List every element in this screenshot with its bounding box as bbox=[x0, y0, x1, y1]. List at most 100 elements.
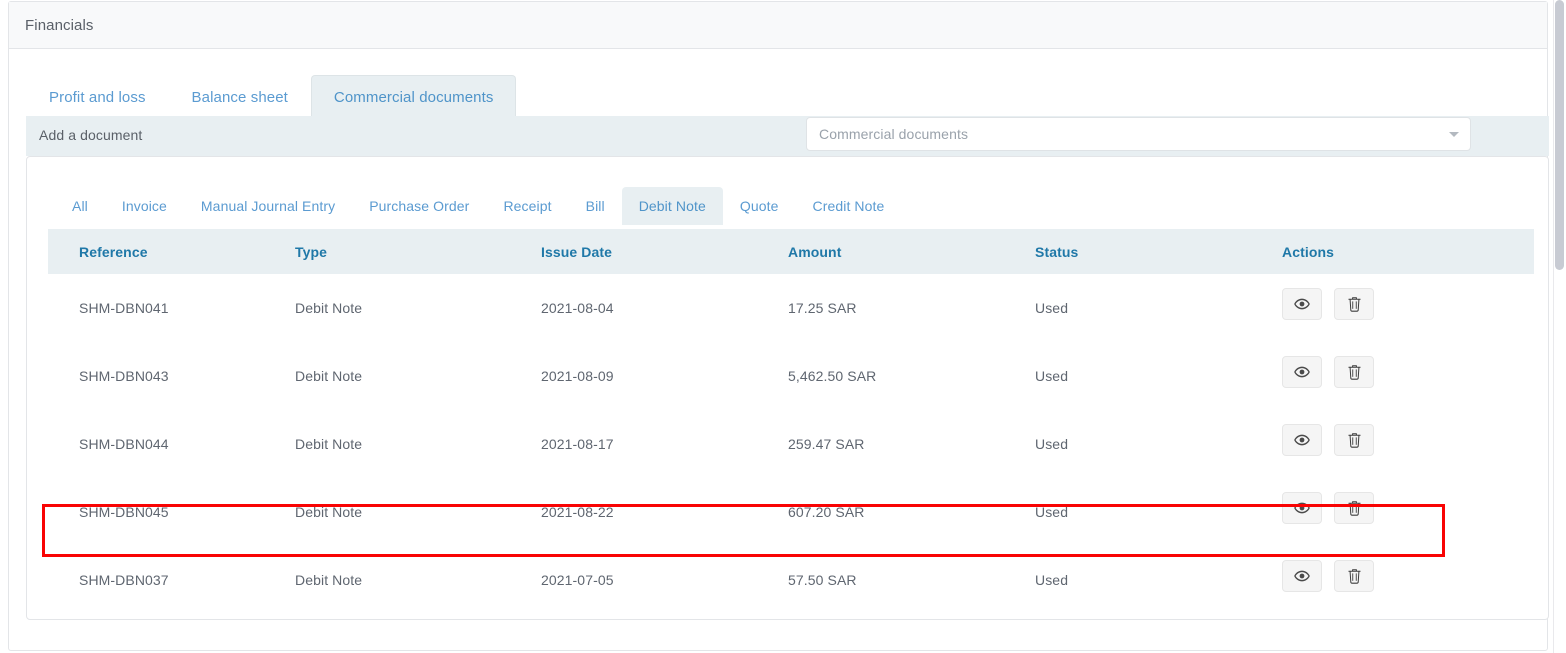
subtab-label: All bbox=[72, 198, 88, 214]
page-header-bar: Financials bbox=[9, 2, 1547, 49]
add-document-bar: Add a document Commercial documents bbox=[26, 116, 1549, 156]
delete-document-button[interactable] bbox=[1334, 288, 1374, 320]
cell-actions bbox=[1282, 274, 1534, 342]
cell-issue-date: 2021-08-22 bbox=[541, 478, 788, 546]
table-row-highlighted[interactable]: SHM-DBN037 Debit Note 2021-07-05 57.50 S… bbox=[48, 546, 1534, 614]
row-action-buttons bbox=[1282, 424, 1534, 456]
row-action-buttons bbox=[1282, 492, 1534, 524]
subtab-label: Bill bbox=[585, 198, 605, 214]
eye-icon bbox=[1294, 570, 1310, 582]
table-row[interactable]: SHM-DBN045 Debit Note 2021-08-22 607.20 … bbox=[48, 478, 1534, 546]
table-row[interactable]: SHM-DBN044 Debit Note 2021-08-17 259.47 … bbox=[48, 410, 1534, 478]
table-header: Reference Type Issue Date Amount Status … bbox=[48, 229, 1534, 274]
subtab-all[interactable]: All bbox=[55, 187, 105, 225]
subtab-debit-note[interactable]: Debit Note bbox=[621, 187, 723, 225]
tab-label: Balance sheet bbox=[191, 88, 288, 106]
eye-icon bbox=[1294, 366, 1310, 378]
trash-icon bbox=[1347, 432, 1361, 448]
eye-icon bbox=[1294, 434, 1310, 446]
documents-table-wrapper: Reference Type Issue Date Amount Status … bbox=[48, 229, 1534, 614]
cell-amount: 607.20 SAR bbox=[788, 478, 1035, 546]
subtab-label: Manual Journal Entry bbox=[200, 198, 336, 214]
tab-label: Commercial documents bbox=[333, 88, 494, 106]
cell-status: Used bbox=[1035, 546, 1282, 614]
column-header-type: Type bbox=[295, 244, 328, 260]
cell-status: Used bbox=[1035, 342, 1282, 410]
cell-amount: 57.50 SAR bbox=[788, 546, 1035, 614]
table-body: SHM-DBN041 Debit Note 2021-08-04 17.25 S… bbox=[48, 274, 1534, 614]
column-header-amount: Amount bbox=[788, 244, 842, 260]
subtab-label: Invoice bbox=[121, 198, 167, 214]
cell-actions bbox=[1282, 410, 1534, 478]
cell-actions bbox=[1282, 546, 1534, 614]
main-tab-bar: Profit and loss Balance sheet Commercial… bbox=[26, 75, 517, 119]
cell-reference: SHM-DBN037 bbox=[48, 546, 295, 614]
subtab-manual-journal-entry[interactable]: Manual Journal Entry bbox=[184, 187, 352, 225]
subtab-label: Receipt bbox=[503, 198, 552, 214]
document-type-select-value: Commercial documents bbox=[819, 126, 969, 142]
subtab-invoice[interactable]: Invoice bbox=[105, 187, 184, 225]
tab-profit-and-loss[interactable]: Profit and loss bbox=[26, 75, 169, 119]
subtab-quote[interactable]: Quote bbox=[723, 187, 796, 225]
subtab-bill[interactable]: Bill bbox=[569, 187, 622, 225]
cell-issue-date: 2021-08-17 bbox=[541, 410, 788, 478]
trash-icon bbox=[1347, 500, 1361, 516]
delete-document-button[interactable] bbox=[1334, 492, 1374, 524]
delete-document-button[interactable] bbox=[1334, 424, 1374, 456]
document-type-tab-bar: All Invoice Manual Journal Entry Purchas… bbox=[55, 187, 901, 225]
cell-reference: SHM-DBN045 bbox=[48, 478, 295, 546]
financials-page: Financials Profit and loss Balance sheet… bbox=[0, 0, 1566, 653]
cell-status: Used bbox=[1035, 410, 1282, 478]
cell-type: Debit Note bbox=[295, 342, 541, 410]
page-scrollbar-thumb[interactable] bbox=[1555, 0, 1564, 270]
cell-reference: SHM-DBN043 bbox=[48, 342, 295, 410]
subtab-label: Quote bbox=[739, 198, 779, 214]
tab-balance-sheet[interactable]: Balance sheet bbox=[169, 75, 311, 119]
table-header-row: Reference Type Issue Date Amount Status … bbox=[48, 229, 1534, 274]
eye-icon bbox=[1294, 502, 1310, 514]
column-header-actions: Actions bbox=[1282, 244, 1335, 260]
document-type-select[interactable]: Commercial documents bbox=[806, 117, 1471, 151]
cell-actions bbox=[1282, 478, 1534, 546]
delete-document-button[interactable] bbox=[1334, 356, 1374, 388]
documents-table: Reference Type Issue Date Amount Status … bbox=[48, 229, 1534, 614]
cell-amount: 17.25 SAR bbox=[788, 274, 1035, 342]
trash-icon bbox=[1347, 364, 1361, 380]
column-header-issue-date: Issue Date bbox=[541, 244, 613, 260]
row-action-buttons bbox=[1282, 356, 1534, 388]
view-document-button[interactable] bbox=[1282, 560, 1322, 592]
cell-reference: SHM-DBN044 bbox=[48, 410, 295, 478]
eye-icon bbox=[1294, 298, 1310, 310]
table-row[interactable]: SHM-DBN043 Debit Note 2021-08-09 5,462.5… bbox=[48, 342, 1534, 410]
cell-issue-date: 2021-08-04 bbox=[541, 274, 788, 342]
tab-commercial-documents[interactable]: Commercial documents bbox=[310, 75, 517, 119]
cell-amount: 5,462.50 SAR bbox=[788, 342, 1035, 410]
add-document-label: Add a document bbox=[39, 127, 143, 143]
cell-status: Used bbox=[1035, 478, 1282, 546]
column-header-reference: Reference bbox=[79, 244, 148, 260]
view-document-button[interactable] bbox=[1282, 288, 1322, 320]
view-document-button[interactable] bbox=[1282, 424, 1322, 456]
cell-amount: 259.47 SAR bbox=[788, 410, 1035, 478]
subtab-label: Debit Note bbox=[638, 198, 706, 214]
page-scrollbar[interactable] bbox=[1553, 0, 1566, 653]
subtab-credit-note[interactable]: Credit Note bbox=[796, 187, 902, 225]
chevron-down-icon bbox=[1449, 132, 1459, 137]
view-document-button[interactable] bbox=[1282, 356, 1322, 388]
subtab-receipt[interactable]: Receipt bbox=[486, 187, 568, 225]
delete-document-button[interactable] bbox=[1334, 560, 1374, 592]
cell-type: Debit Note bbox=[295, 410, 541, 478]
cell-type: Debit Note bbox=[295, 546, 541, 614]
view-document-button[interactable] bbox=[1282, 492, 1322, 524]
cell-actions bbox=[1282, 342, 1534, 410]
row-action-buttons bbox=[1282, 288, 1534, 320]
cell-type: Debit Note bbox=[295, 274, 541, 342]
page-title: Financials bbox=[25, 17, 94, 34]
financials-panel: Financials Profit and loss Balance sheet… bbox=[8, 1, 1549, 651]
cell-issue-date: 2021-07-05 bbox=[541, 546, 788, 614]
cell-issue-date: 2021-08-09 bbox=[541, 342, 788, 410]
subtab-purchase-order[interactable]: Purchase Order bbox=[352, 187, 486, 225]
table-row[interactable]: SHM-DBN041 Debit Note 2021-08-04 17.25 S… bbox=[48, 274, 1534, 342]
cell-reference: SHM-DBN041 bbox=[48, 274, 295, 342]
cell-type: Debit Note bbox=[295, 478, 541, 546]
